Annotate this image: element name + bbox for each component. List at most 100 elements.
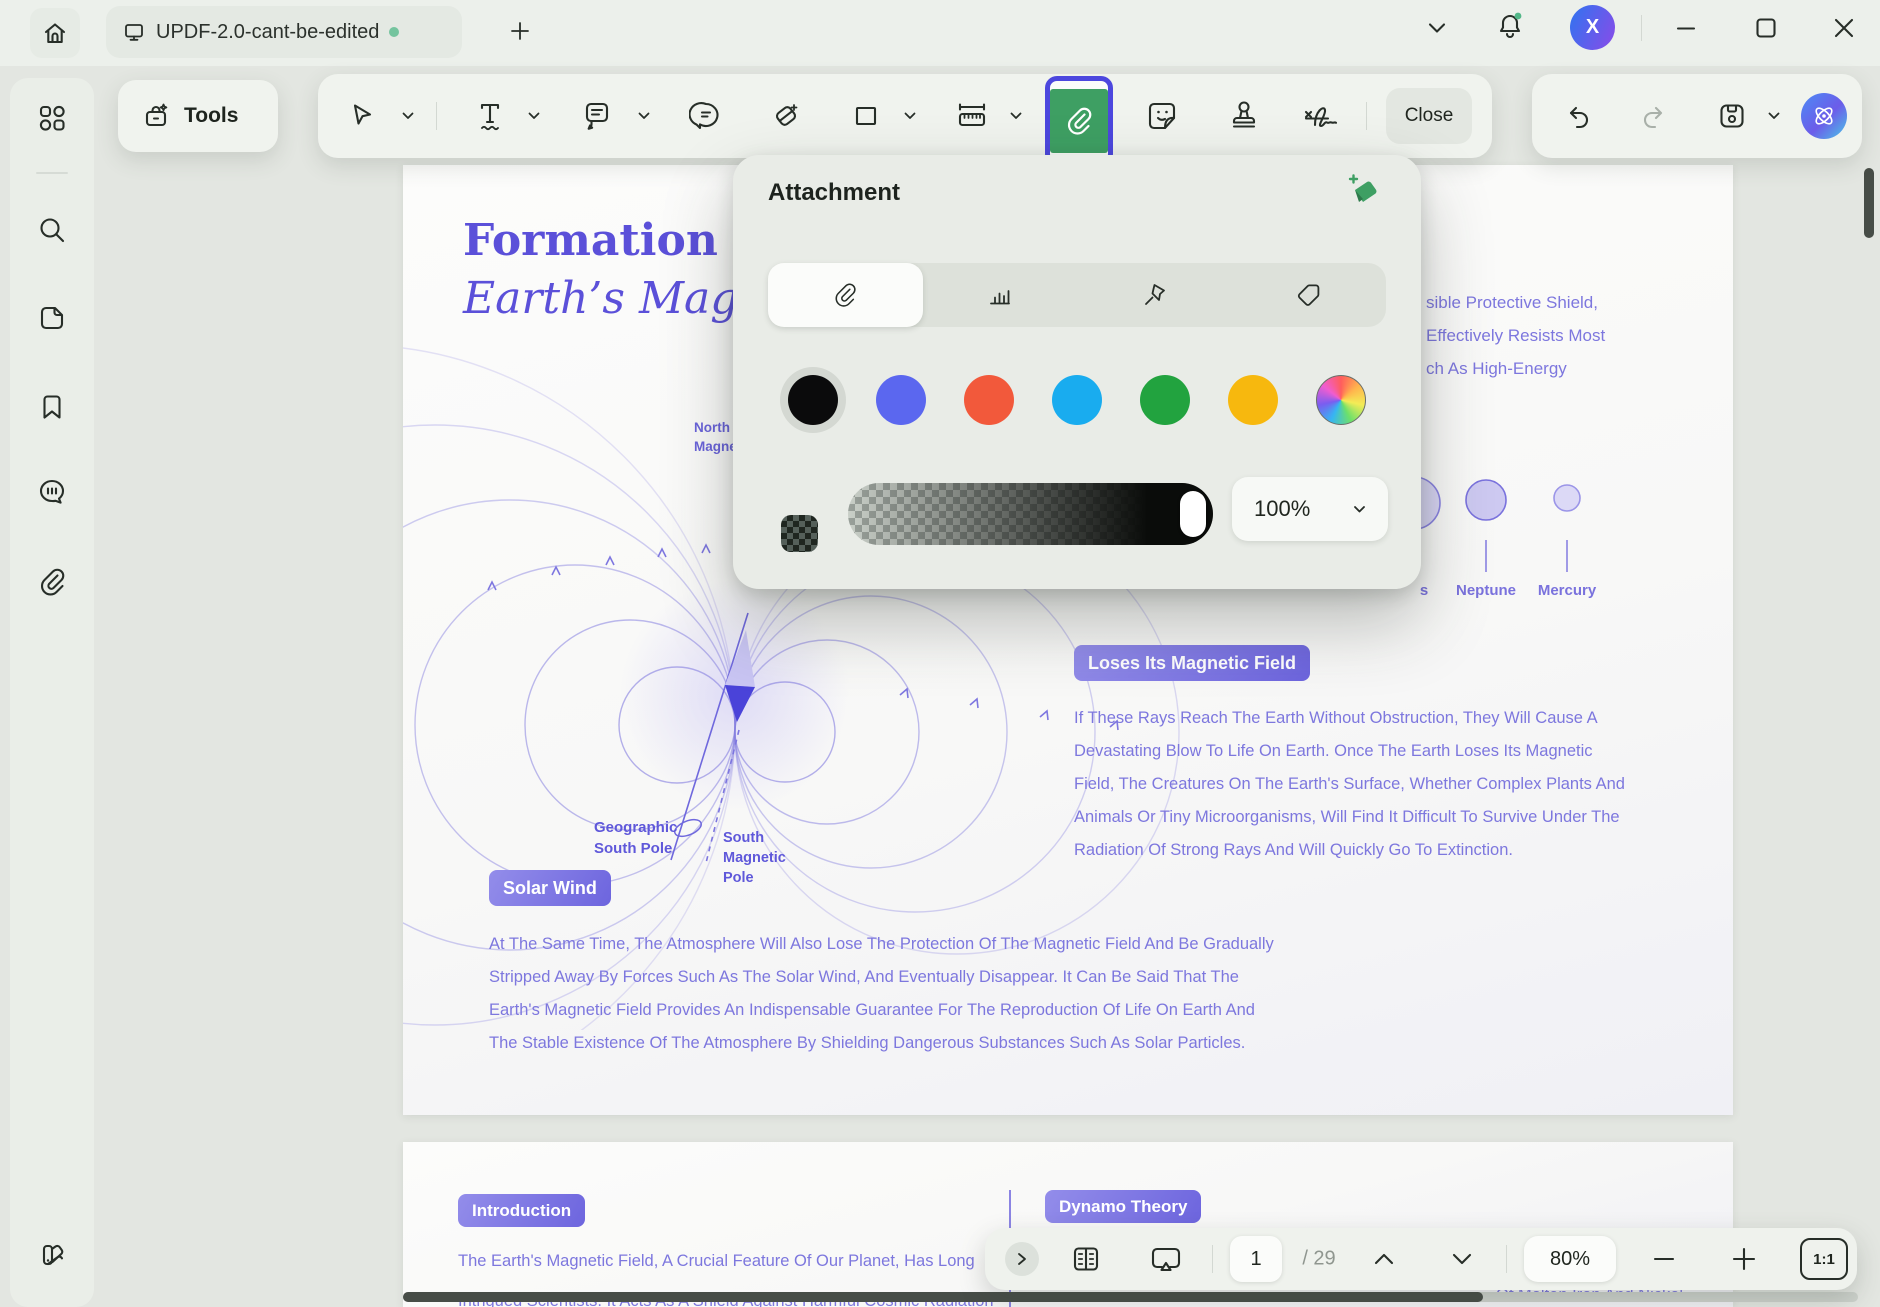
opacity-slider-handle[interactable] (1180, 491, 1206, 537)
color-swatch-yellow[interactable] (1228, 375, 1278, 425)
tab-list-chevron[interactable] (1419, 10, 1455, 46)
zoom-level-input[interactable]: 80% (1524, 1236, 1616, 1282)
paperclip-icon (40, 568, 65, 596)
sidebar-item-themes[interactable] (35, 1238, 69, 1272)
zoom-in-button[interactable] (1731, 1246, 1757, 1272)
minus-icon (1653, 1257, 1675, 1261)
planet-label-neptune: Neptune (1456, 582, 1516, 599)
color-swatch-cyan[interactable] (1052, 375, 1102, 425)
notifications-button[interactable] (1492, 8, 1528, 44)
transparency-chip[interactable] (781, 515, 818, 552)
attachment-tool-selected[interactable] (1045, 76, 1113, 166)
sidebar-divider (36, 172, 68, 174)
previous-page-button[interactable] (1373, 1252, 1395, 1266)
vertical-scrollbar-thumb[interactable] (1864, 168, 1874, 238)
sidebar-item-thumbnails[interactable] (37, 303, 67, 333)
tab-tag[interactable] (1232, 263, 1387, 327)
text-tool-chevron[interactable] (528, 112, 541, 121)
sidebar-item-attachments[interactable] (36, 566, 68, 598)
opacity-slider[interactable] (848, 483, 1213, 545)
next-page-button[interactable] (1451, 1252, 1473, 1266)
close-window-button[interactable] (1826, 10, 1862, 46)
tab-attachment[interactable] (768, 263, 923, 327)
planet-label-mercury: Mercury (1537, 582, 1597, 599)
add-tag-icon (1348, 174, 1377, 202)
redo-button[interactable] (1636, 100, 1668, 132)
label-north-magnetic: North Magne (694, 420, 737, 454)
horizontal-scrollbar-thumb[interactable] (403, 1292, 1483, 1302)
color-swatch-rainbow[interactable] (1316, 375, 1366, 425)
save-chevron[interactable] (1768, 112, 1781, 121)
avatar-initial: X (1585, 16, 1600, 38)
select-tool-chevron[interactable] (402, 112, 415, 121)
sidebar-item-search[interactable] (36, 214, 68, 246)
sticker-tool[interactable] (1145, 99, 1179, 133)
save-icon (1720, 104, 1744, 128)
undo-button[interactable] (1564, 100, 1596, 132)
toolbar-main: Close (318, 74, 1492, 166)
select-tool[interactable] (347, 101, 377, 131)
color-swatch-black[interactable] (788, 375, 838, 425)
minimize-button[interactable] (1668, 10, 1704, 46)
bottom-navigation-bar: 1 / 29 80% 1:1 (985, 1228, 1857, 1290)
ai-assistant-button[interactable] (1801, 93, 1847, 139)
label-geographic-south-pole: Geographic South Pole (594, 819, 678, 857)
sidebar-item-comments[interactable] (36, 476, 68, 508)
color-swatch-blue[interactable] (876, 375, 926, 425)
signature-icon (1304, 107, 1338, 128)
maximize-button[interactable] (1748, 10, 1784, 46)
expand-bar-button[interactable] (1005, 1242, 1039, 1276)
text-tool[interactable] (474, 99, 506, 133)
color-swatch-green[interactable] (1140, 375, 1190, 425)
ruler-icon (958, 103, 986, 127)
shape-tool[interactable] (851, 101, 881, 131)
tab-pin[interactable] (1077, 263, 1232, 327)
home-button[interactable] (30, 8, 80, 58)
undo-icon (1569, 106, 1589, 129)
close-button[interactable]: Close (1386, 88, 1472, 144)
avatar[interactable]: X (1570, 5, 1615, 50)
color-swatch-red[interactable] (964, 375, 1014, 425)
stamp-tool[interactable] (1227, 99, 1261, 133)
page-layout-button[interactable] (1070, 1243, 1102, 1275)
comment-tool-chevron[interactable] (638, 112, 651, 121)
titlebar-divider (1641, 15, 1642, 41)
grid-icon (39, 105, 65, 131)
sidebar-item-bookmarks[interactable] (37, 392, 67, 422)
toolbar-divider (436, 102, 437, 130)
chevron-up-icon (1374, 1253, 1394, 1265)
toolbox-icon (145, 103, 168, 127)
badge-dynamo-theory: Dynamo Theory (1045, 1190, 1202, 1223)
new-tab-button[interactable] (505, 16, 535, 46)
signature-tool[interactable] (1302, 99, 1346, 133)
comment-note-icon (585, 102, 609, 130)
sidebar (10, 78, 94, 1307)
badge-loses-magnetic-field: Loses Its Magnetic Field (1074, 645, 1311, 681)
tools-button[interactable]: Tools (118, 80, 278, 152)
shape-tool-chevron[interactable] (904, 112, 917, 121)
opacity-dropdown[interactable]: 100% (1232, 477, 1388, 541)
sidebar-item-pages[interactable] (36, 102, 68, 134)
save-button[interactable] (1716, 100, 1748, 132)
zoom-out-button[interactable] (1652, 1247, 1676, 1271)
add-attachment-button[interactable] (1341, 173, 1383, 213)
chevron-down-icon (1354, 505, 1365, 512)
bookmark-icon (43, 395, 61, 419)
presentation-button[interactable] (1149, 1243, 1183, 1275)
page1-heading-line2: Earth’s Mag (463, 273, 739, 324)
eraser-tool[interactable] (769, 99, 803, 133)
page-icon (40, 306, 64, 330)
measure-tool-chevron[interactable] (1010, 112, 1023, 121)
page-number-input[interactable]: 1 (1230, 1236, 1282, 1282)
document-tab[interactable]: UPDF-2.0-cant-be-edited (106, 6, 462, 58)
home-icon (44, 23, 66, 44)
page-total: / 29 (1302, 1247, 1336, 1270)
annotation-search-tool[interactable] (689, 99, 723, 133)
screen-share-icon (1151, 1247, 1181, 1272)
measure-tool[interactable] (954, 99, 990, 133)
comment-tool[interactable] (579, 99, 613, 133)
page-number-value: 1 (1250, 1247, 1262, 1270)
tab-chart[interactable] (923, 263, 1078, 327)
zoom-level-value: 80% (1549, 1247, 1591, 1270)
actual-size-button[interactable]: 1:1 (1800, 1238, 1848, 1280)
